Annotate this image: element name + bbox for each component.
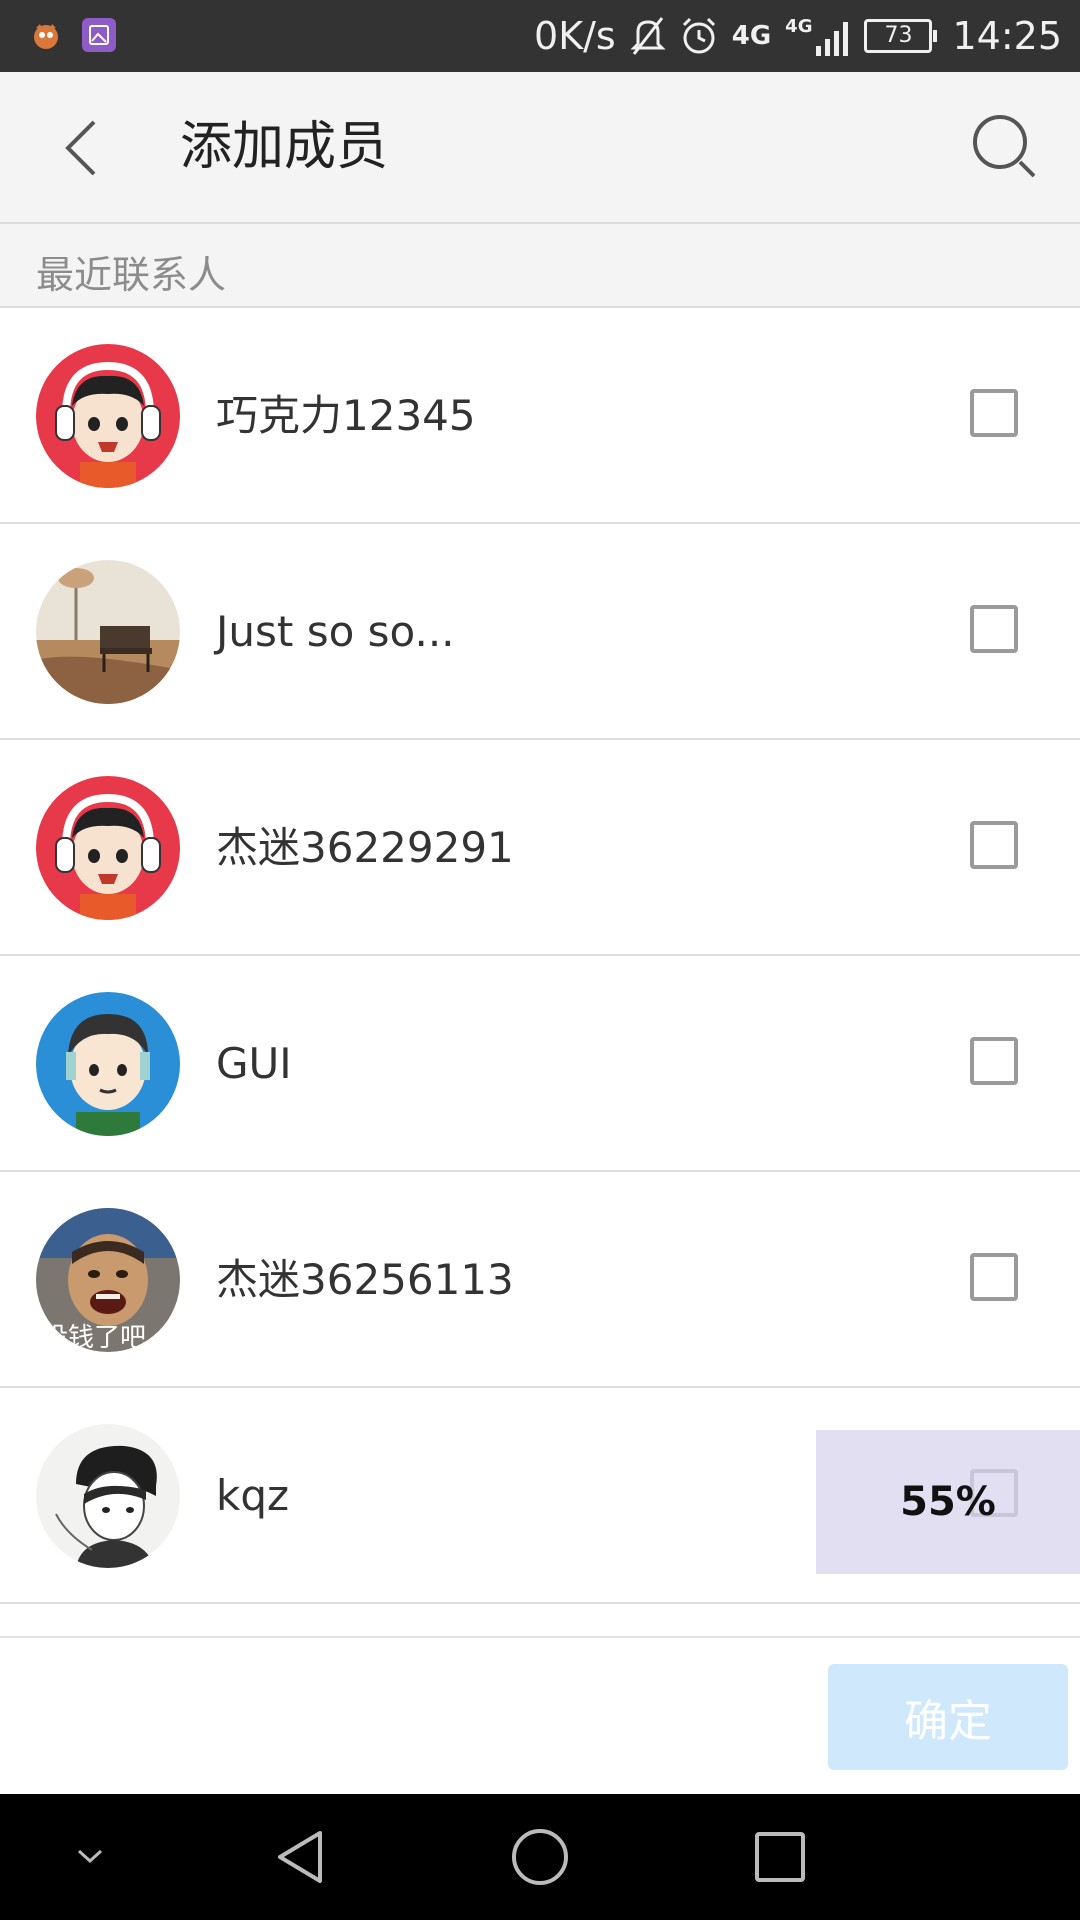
silent-mode-icon — [630, 16, 666, 56]
progress-text: 55% — [900, 1479, 996, 1525]
contact-name: Just so so... — [216, 607, 455, 656]
select-checkbox[interactable] — [970, 1253, 1018, 1301]
navigation-bar — [0, 1794, 1080, 1920]
circle-home-icon — [512, 1829, 568, 1885]
contact-list: 巧克力12345 Just so so... 杰迷36229291 GUI 没钱… — [0, 308, 1080, 1604]
avatar — [36, 992, 180, 1136]
search-icon — [973, 115, 1036, 178]
contact-row[interactable]: 没钱了吧 杰迷36256113 — [0, 1172, 1080, 1388]
contact-row[interactable]: 杰迷36229291 — [0, 740, 1080, 956]
battery-indicator: 73 — [864, 19, 938, 53]
progress-overlay: 55% — [816, 1430, 1080, 1574]
notification-app-icon — [30, 20, 62, 52]
select-checkbox[interactable] — [970, 1037, 1018, 1085]
triangle-back-icon — [278, 1831, 322, 1883]
avatar — [36, 560, 180, 704]
contact-name: 杰迷36256113 — [216, 1255, 514, 1304]
alarm-icon — [680, 16, 718, 56]
avatar — [36, 344, 180, 488]
select-checkbox[interactable] — [970, 821, 1018, 869]
select-checkbox[interactable] — [970, 389, 1018, 437]
page-title: 添加成员 — [180, 117, 389, 177]
contact-row[interactable]: GUI — [0, 956, 1080, 1172]
section-label: 最近联系人 — [36, 253, 227, 297]
nav-recents-button[interactable] — [748, 1794, 812, 1920]
contact-row[interactable]: 巧克力12345 — [0, 308, 1080, 524]
signal-strength-icon: 4G — [785, 16, 850, 56]
network-speed: 0K/s — [534, 14, 616, 58]
avatar: 没钱了吧 — [36, 1208, 180, 1352]
nav-back-button[interactable] — [262, 1794, 338, 1920]
search-button[interactable] — [968, 110, 1044, 186]
back-button[interactable] — [58, 116, 118, 180]
section-header: 最近联系人 — [0, 224, 1080, 308]
contact-name: 杰迷36229291 — [216, 823, 514, 872]
select-checkbox[interactable] — [970, 605, 1018, 653]
nav-collapse-button[interactable] — [60, 1794, 120, 1920]
clock: 14:25 — [952, 14, 1062, 58]
square-recents-icon — [755, 1832, 805, 1882]
avatar — [36, 776, 180, 920]
contact-name: GUI — [216, 1039, 292, 1088]
gallery-notification-icon — [82, 18, 116, 52]
footer: 确定 — [0, 1636, 1080, 1796]
app-bar: 添加成员 — [0, 72, 1080, 224]
nav-home-button[interactable] — [500, 1794, 580, 1920]
back-arrow-icon — [65, 120, 96, 176]
chevron-down-icon — [77, 1849, 103, 1864]
network-type-2: 4G — [785, 16, 813, 37]
network-type-1: 4G — [731, 21, 772, 51]
contact-row[interactable]: Just so so... — [0, 524, 1080, 740]
status-bar: 0K/s 4G 4G 73 14:25 — [0, 0, 1080, 72]
avatar — [36, 1424, 180, 1568]
avatar-caption: 没钱了吧 — [42, 1323, 146, 1352]
confirm-button[interactable]: 确定 — [828, 1664, 1068, 1770]
contact-name: 巧克力12345 — [216, 391, 476, 440]
contact-name: kqz — [216, 1471, 290, 1520]
